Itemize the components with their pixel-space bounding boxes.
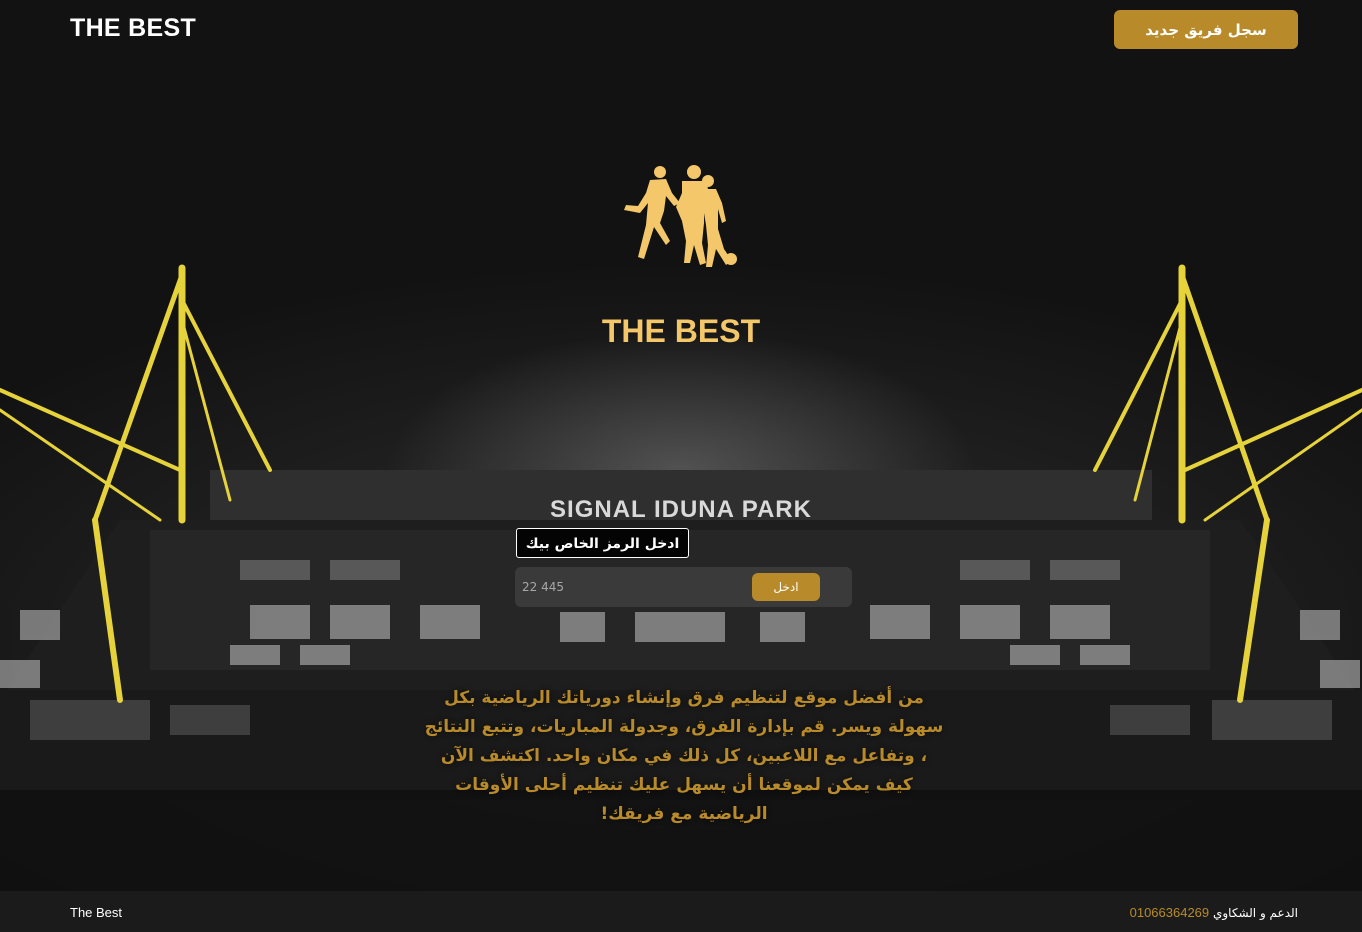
- support-label: الدعم و الشكاوي: [1212, 906, 1298, 920]
- enter-button[interactable]: ادخل: [752, 573, 820, 601]
- footer: The Best الدعم و الشكاوي 01066364269: [0, 891, 1362, 932]
- footer-support: الدعم و الشكاوي 01066364269: [1130, 905, 1298, 920]
- hero-title: THE BEST: [601, 313, 761, 349]
- footer-brand: The Best: [70, 905, 123, 920]
- stadium-sign: SIGNAL IDUNA PARK: [550, 496, 812, 523]
- team-code-input[interactable]: [522, 575, 742, 599]
- support-phone-link[interactable]: 01066364269: [1130, 905, 1210, 920]
- football-players-icon: [624, 165, 737, 267]
- code-form: ادخل: [515, 567, 852, 607]
- page: SIGNAL IDUNA PARK THE BEST سجل فريق جديد…: [0, 0, 1362, 932]
- register-team-button[interactable]: سجل فريق جديد: [1114, 10, 1298, 49]
- code-label: ادخل الرمز الخاص بيك: [516, 528, 689, 558]
- site-logo[interactable]: THE BEST: [70, 14, 196, 43]
- hero-description: من أفضل موقع لتنظيم فرق وإنشاء دورياتك ا…: [424, 688, 944, 824]
